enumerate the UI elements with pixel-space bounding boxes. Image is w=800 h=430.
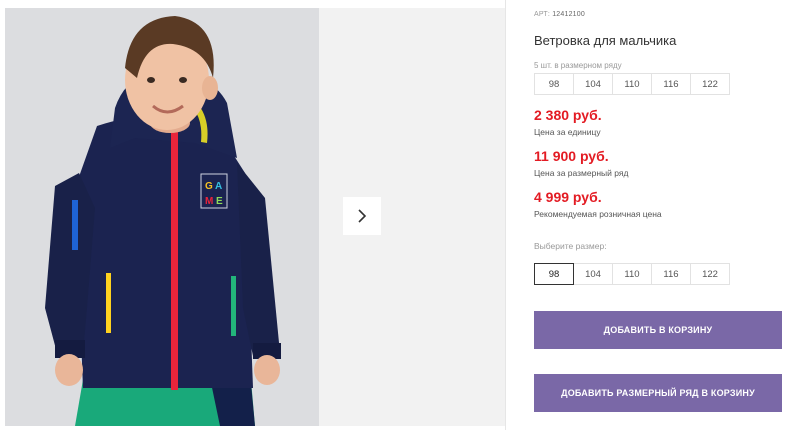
range-price-label: Цена за размерный ряд xyxy=(534,168,629,178)
svg-text:A: A xyxy=(215,181,222,192)
choose-size-label: Выберите размер: xyxy=(534,241,607,251)
size-option-98[interactable]: 98 xyxy=(534,263,574,285)
svg-text:E: E xyxy=(216,196,223,207)
article-label: АРТ: xyxy=(534,11,551,18)
unit-price-label: Цена за единицу xyxy=(534,127,601,137)
range-sizes: 98 104 110 116 122 xyxy=(534,73,730,95)
range-price: 11 900 руб. xyxy=(534,148,609,164)
range-note: 5 шт. в размерном ряду xyxy=(534,61,622,70)
svg-text:G: G xyxy=(205,181,213,192)
product-gallery: G A M E xyxy=(5,8,505,426)
chevron-right-icon xyxy=(358,209,367,223)
size-option-122[interactable]: 122 xyxy=(690,263,730,285)
retail-price: 4 999 руб. xyxy=(534,189,602,205)
size-selector: 98 104 110 116 122 xyxy=(534,263,730,285)
range-size: 98 xyxy=(534,73,574,95)
column-divider xyxy=(505,0,506,430)
add-to-cart-button[interactable]: ДОБАВИТЬ В КОРЗИНУ xyxy=(534,311,782,349)
range-size: 116 xyxy=(651,73,691,95)
product-title: Ветровка для мальчика xyxy=(534,33,677,48)
product-photo: G A M E xyxy=(5,8,319,426)
size-option-110[interactable]: 110 xyxy=(612,263,652,285)
range-size: 110 xyxy=(612,73,652,95)
add-range-to-cart-button[interactable]: ДОБАВИТЬ РАЗМЕРНЫЙ РЯД В КОРЗИНУ xyxy=(534,374,782,412)
boy-in-jacket-image: G A M E xyxy=(5,8,319,426)
gallery-next-button[interactable] xyxy=(343,197,381,235)
svg-text:M: M xyxy=(205,196,213,207)
size-option-104[interactable]: 104 xyxy=(573,263,613,285)
unit-price: 2 380 руб. xyxy=(534,107,602,123)
retail-price-label: Рекомендуемая розничная цена xyxy=(534,209,662,219)
range-size: 104 xyxy=(573,73,613,95)
range-size: 122 xyxy=(690,73,730,95)
size-option-116[interactable]: 116 xyxy=(651,263,691,285)
article-value: 12412100 xyxy=(552,11,585,18)
article-number: АРТ: 12412100 xyxy=(534,11,585,18)
